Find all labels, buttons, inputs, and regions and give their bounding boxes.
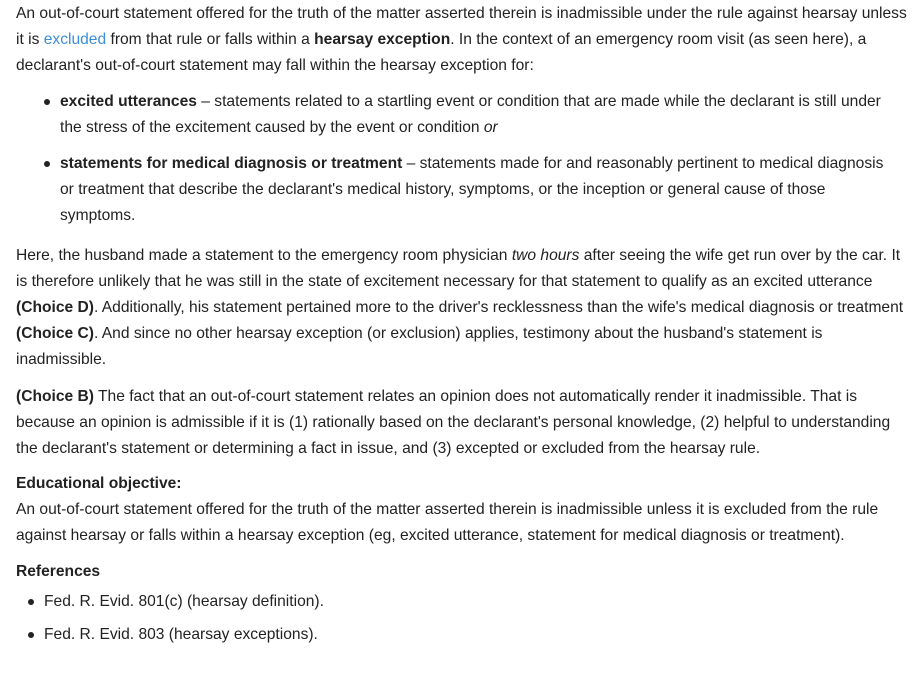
reference-item: Fed. R. Evid. 803 (hearsay exceptions). xyxy=(28,622,907,648)
analysis-paragraph: Here, the husband made a statement to th… xyxy=(16,247,904,368)
references-list: Fed. R. Evid. 801(c) (hearsay definition… xyxy=(16,589,907,648)
choice-d-label: (Choice D) xyxy=(16,299,94,316)
hearsay-exception-term: hearsay exception xyxy=(314,31,451,48)
excluded-link[interactable]: excluded xyxy=(44,31,106,48)
intro-paragraph: An out-of-court statement offered for th… xyxy=(16,5,907,74)
choice-b-label: (Choice B) xyxy=(16,388,94,405)
choice-c-label: (Choice C) xyxy=(16,325,94,342)
educational-objective-text: An out-of-court statement offered for th… xyxy=(16,501,879,544)
list-item-medical-diagnosis: statements for medical diagnosis or trea… xyxy=(44,151,907,229)
educational-objective-heading: Educational objective: xyxy=(16,475,182,492)
list-item-excited-utterances: excited utterances – statements related … xyxy=(44,89,907,141)
exception-list: excited utterances – statements related … xyxy=(16,89,907,229)
references-heading: References xyxy=(16,563,101,580)
choice-b-paragraph: (Choice B) The fact that an out-of-court… xyxy=(16,388,891,457)
explanation-content: An out-of-court statement offered for th… xyxy=(0,0,917,648)
reference-item: Fed. R. Evid. 801(c) (hearsay definition… xyxy=(28,589,907,615)
